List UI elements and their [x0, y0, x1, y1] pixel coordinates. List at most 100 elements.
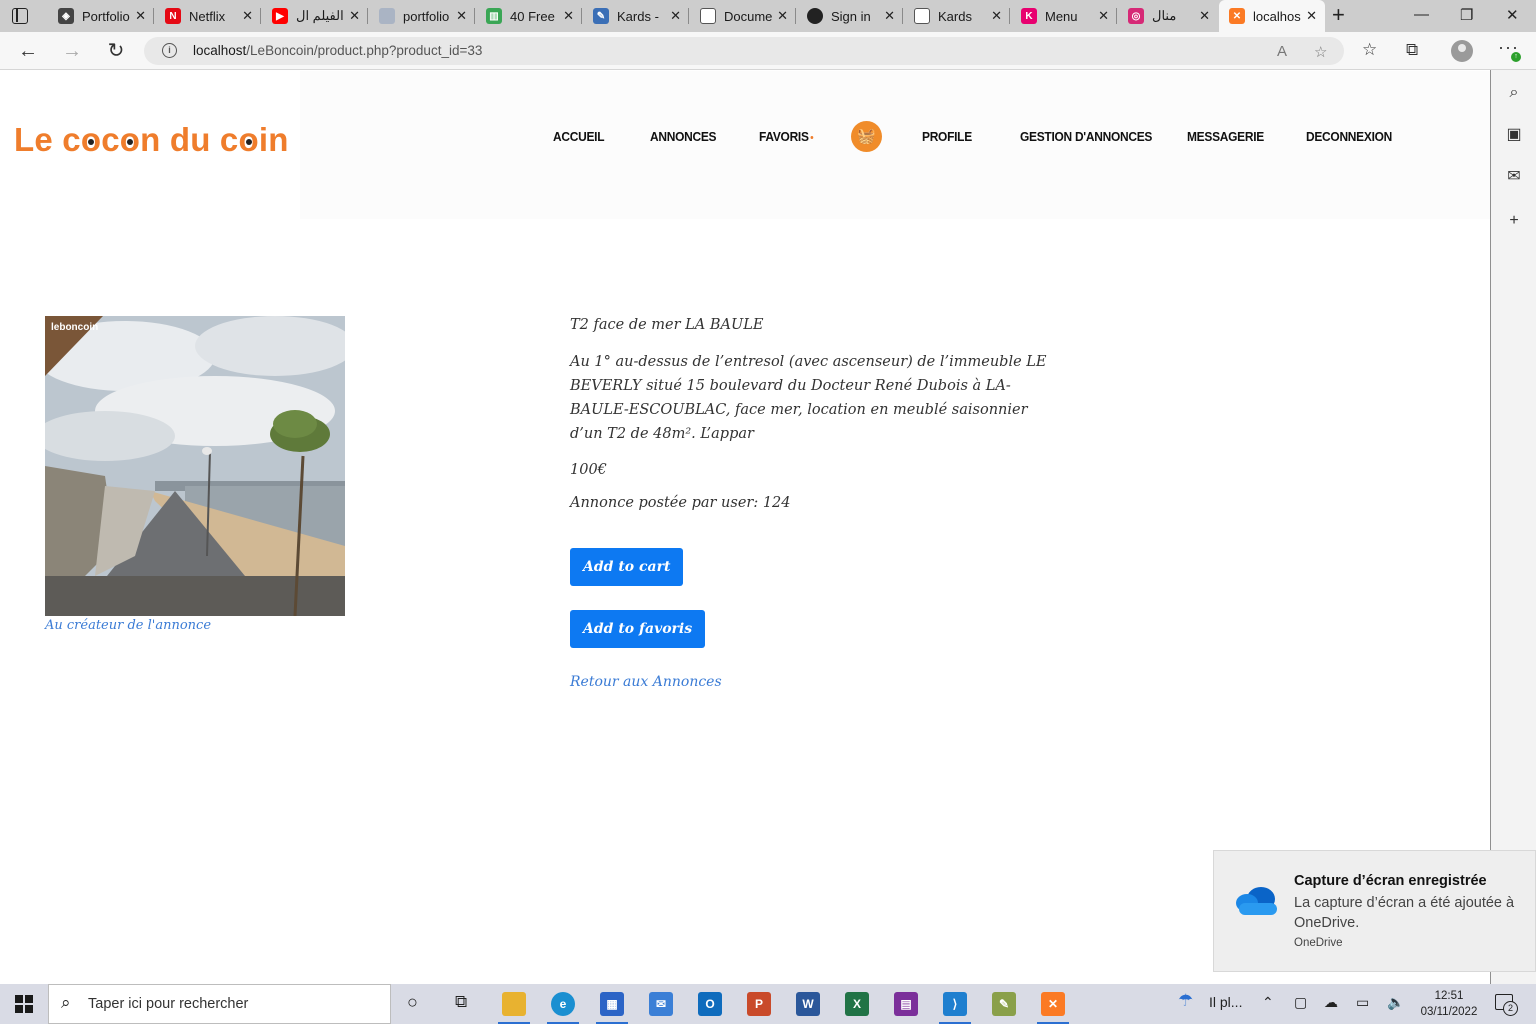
logo-eye: o: [80, 121, 102, 158]
close-window-icon[interactable]: ✕: [1506, 6, 1519, 24]
edge-sidebar: ⌕ ▣ ✉ +: [1490, 70, 1536, 984]
meet-now-icon[interactable]: ▢: [1294, 994, 1307, 1011]
creator-link[interactable]: Au créateur de l'annonce: [45, 618, 211, 633]
excel-icon[interactable]: X: [845, 992, 869, 1016]
youtube-icon: ▶: [272, 8, 288, 24]
taskbar-search-box[interactable]: ⌕ Taper ici pour rechercher: [48, 984, 391, 1024]
tab-title: 40 Free: [510, 8, 555, 24]
show-hidden-icons-icon[interactable]: ⌃: [1262, 994, 1274, 1011]
back-icon[interactable]: ←: [15, 38, 41, 64]
store-icon[interactable]: ▦: [596, 992, 628, 1024]
browser-tab[interactable]: N Netflix ✕: [155, 0, 261, 32]
powerpoint-icon[interactable]: P: [747, 992, 771, 1016]
vscode-icon[interactable]: ⟩: [939, 992, 971, 1024]
close-tab-icon[interactable]: ✕: [456, 8, 467, 24]
document-icon: [700, 8, 716, 24]
close-tab-icon[interactable]: ✕: [135, 8, 146, 24]
back-to-annonces-link[interactable]: Retour aux Annonces: [570, 674, 722, 690]
nav-profile[interactable]: PROFILE: [922, 129, 972, 144]
new-tab-icon[interactable]: +: [1332, 2, 1345, 28]
windows-start-icon[interactable]: [15, 995, 33, 1013]
windows-taskbar: ⌕ Taper ici pour rechercher ○ ⧉ e ▦ ✉ O …: [0, 984, 1536, 1024]
nav-favoris[interactable]: FAVORIS: [759, 129, 814, 144]
refresh-icon[interactable]: ↻: [103, 38, 129, 64]
browser-tab-active[interactable]: ✕ localhost ✕: [1219, 0, 1325, 32]
weather-text[interactable]: Il pl...: [1209, 994, 1242, 1010]
browser-tab[interactable]: ◈ Portfolio ✕: [48, 0, 154, 32]
nav-annonces[interactable]: ANNONCES: [650, 129, 717, 144]
cortana-icon[interactable]: ○: [407, 992, 418, 1013]
browser-tab[interactable]: ✎ Kards - ✕: [583, 0, 689, 32]
netflix-icon: N: [165, 8, 181, 24]
close-tab-icon[interactable]: ✕: [1306, 8, 1317, 24]
bars-icon: ▥: [486, 8, 502, 24]
close-tab-icon[interactable]: ✕: [349, 8, 360, 24]
close-tab-icon[interactable]: ✕: [991, 8, 1002, 24]
nav-deconnexion[interactable]: DECONNEXION: [1306, 129, 1392, 144]
search-icon: ⌕: [61, 993, 71, 1012]
restore-icon[interactable]: ❐: [1460, 6, 1473, 24]
close-tab-icon[interactable]: ✕: [242, 8, 253, 24]
tab-actions-icon[interactable]: [12, 8, 28, 24]
favorites-icon[interactable]: ☆: [1362, 40, 1377, 60]
toast-body: La capture d’écran a été ajoutée à OneDr…: [1294, 895, 1515, 931]
browser-tab[interactable]: ▶ الفيلم ال ✕: [262, 0, 368, 32]
browser-tab[interactable]: ▥ 40 Free ✕: [476, 0, 582, 32]
close-tab-icon[interactable]: ✕: [1098, 8, 1109, 24]
instagram-icon: ◎: [1128, 8, 1144, 24]
onedrive-tray-icon[interactable]: ☁: [1324, 994, 1338, 1011]
close-tab-icon[interactable]: ✕: [670, 8, 681, 24]
browser-tab[interactable]: portfolio ✕: [369, 0, 475, 32]
word-icon[interactable]: W: [796, 992, 820, 1016]
weather-icon[interactable]: ☂: [1178, 991, 1193, 1011]
task-view-icon[interactable]: ⧉: [455, 992, 467, 1012]
mail-icon[interactable]: ✉: [649, 992, 673, 1016]
forward-icon[interactable]: →: [59, 38, 85, 64]
feather-icon: ✎: [593, 8, 609, 24]
close-tab-icon[interactable]: ✕: [777, 8, 788, 24]
browser-tab[interactable]: Document ✕: [690, 0, 796, 32]
nav-accueil[interactable]: ACCUEIL: [553, 129, 605, 144]
taskbar-clock[interactable]: 12:51 03/11/2022: [1413, 988, 1485, 1020]
search-icon[interactable]: ⌕: [1505, 84, 1523, 102]
tab-title: Kards -: [617, 8, 659, 24]
outlook-icon[interactable]: ✉: [1505, 168, 1523, 186]
add-to-favoris-button[interactable]: Add to favoris: [570, 610, 706, 648]
tool-icon[interactable]: ✎: [992, 992, 1016, 1016]
onedrive-notification[interactable]: Capture d’écran enregistrée La capture d…: [1213, 850, 1536, 972]
close-tab-icon[interactable]: ✕: [563, 8, 574, 24]
logo-eye: o: [238, 121, 259, 158]
cart-icon[interactable]: 🧺: [851, 121, 882, 152]
xampp-app-icon[interactable]: ✕: [1037, 992, 1069, 1024]
collections-icon[interactable]: ⧉: [1406, 40, 1418, 60]
site-logo[interactable]: Le cocon du coin: [14, 121, 289, 159]
tab-title: الفيلم ال: [296, 8, 344, 23]
add-favorite-icon[interactable]: ☆: [1314, 43, 1327, 61]
add-sidebar-icon[interactable]: +: [1505, 212, 1523, 230]
minimize-icon[interactable]: —: [1414, 6, 1429, 23]
winrar-icon[interactable]: ▤: [894, 992, 918, 1016]
browser-tab[interactable]: Sign in ✕: [797, 0, 903, 32]
url-text[interactable]: localhost/LeBoncoin/product.php?product_…: [193, 43, 482, 58]
favoris-dot-icon: [810, 136, 814, 140]
product-title: T2 face de mer LA BAULE: [570, 317, 764, 333]
nav-messagerie[interactable]: MESSAGERIE: [1187, 129, 1264, 144]
outlook-app-icon[interactable]: O: [698, 992, 722, 1016]
profile-avatar[interactable]: [1451, 40, 1473, 62]
nav-gestion-annonces[interactable]: GESTION D'ANNONCES: [1020, 129, 1152, 144]
read-aloud-icon[interactable]: A: [1277, 43, 1287, 60]
close-tab-icon[interactable]: ✕: [884, 8, 895, 24]
display-icon[interactable]: ▭: [1356, 994, 1369, 1011]
browser-tab[interactable]: Kards ✕: [904, 0, 1010, 32]
browser-tab[interactable]: K Menu ✕: [1011, 0, 1117, 32]
address-bar[interactable]: i localhost/LeBoncoin/product.php?produc…: [144, 37, 1344, 65]
file-explorer-icon[interactable]: [498, 992, 530, 1024]
add-to-cart-button[interactable]: Add to cart: [570, 548, 684, 586]
browser-tab[interactable]: ◎ منال ✕: [1118, 0, 1218, 32]
volume-icon[interactable]: 🔈: [1387, 994, 1404, 1011]
edge-icon[interactable]: e: [547, 992, 579, 1024]
office-icon[interactable]: ▣: [1505, 126, 1523, 144]
site-info-icon[interactable]: i: [162, 43, 177, 58]
update-badge: ↑: [1511, 52, 1521, 62]
mute-tab-icon[interactable]: ✕: [1199, 8, 1210, 24]
